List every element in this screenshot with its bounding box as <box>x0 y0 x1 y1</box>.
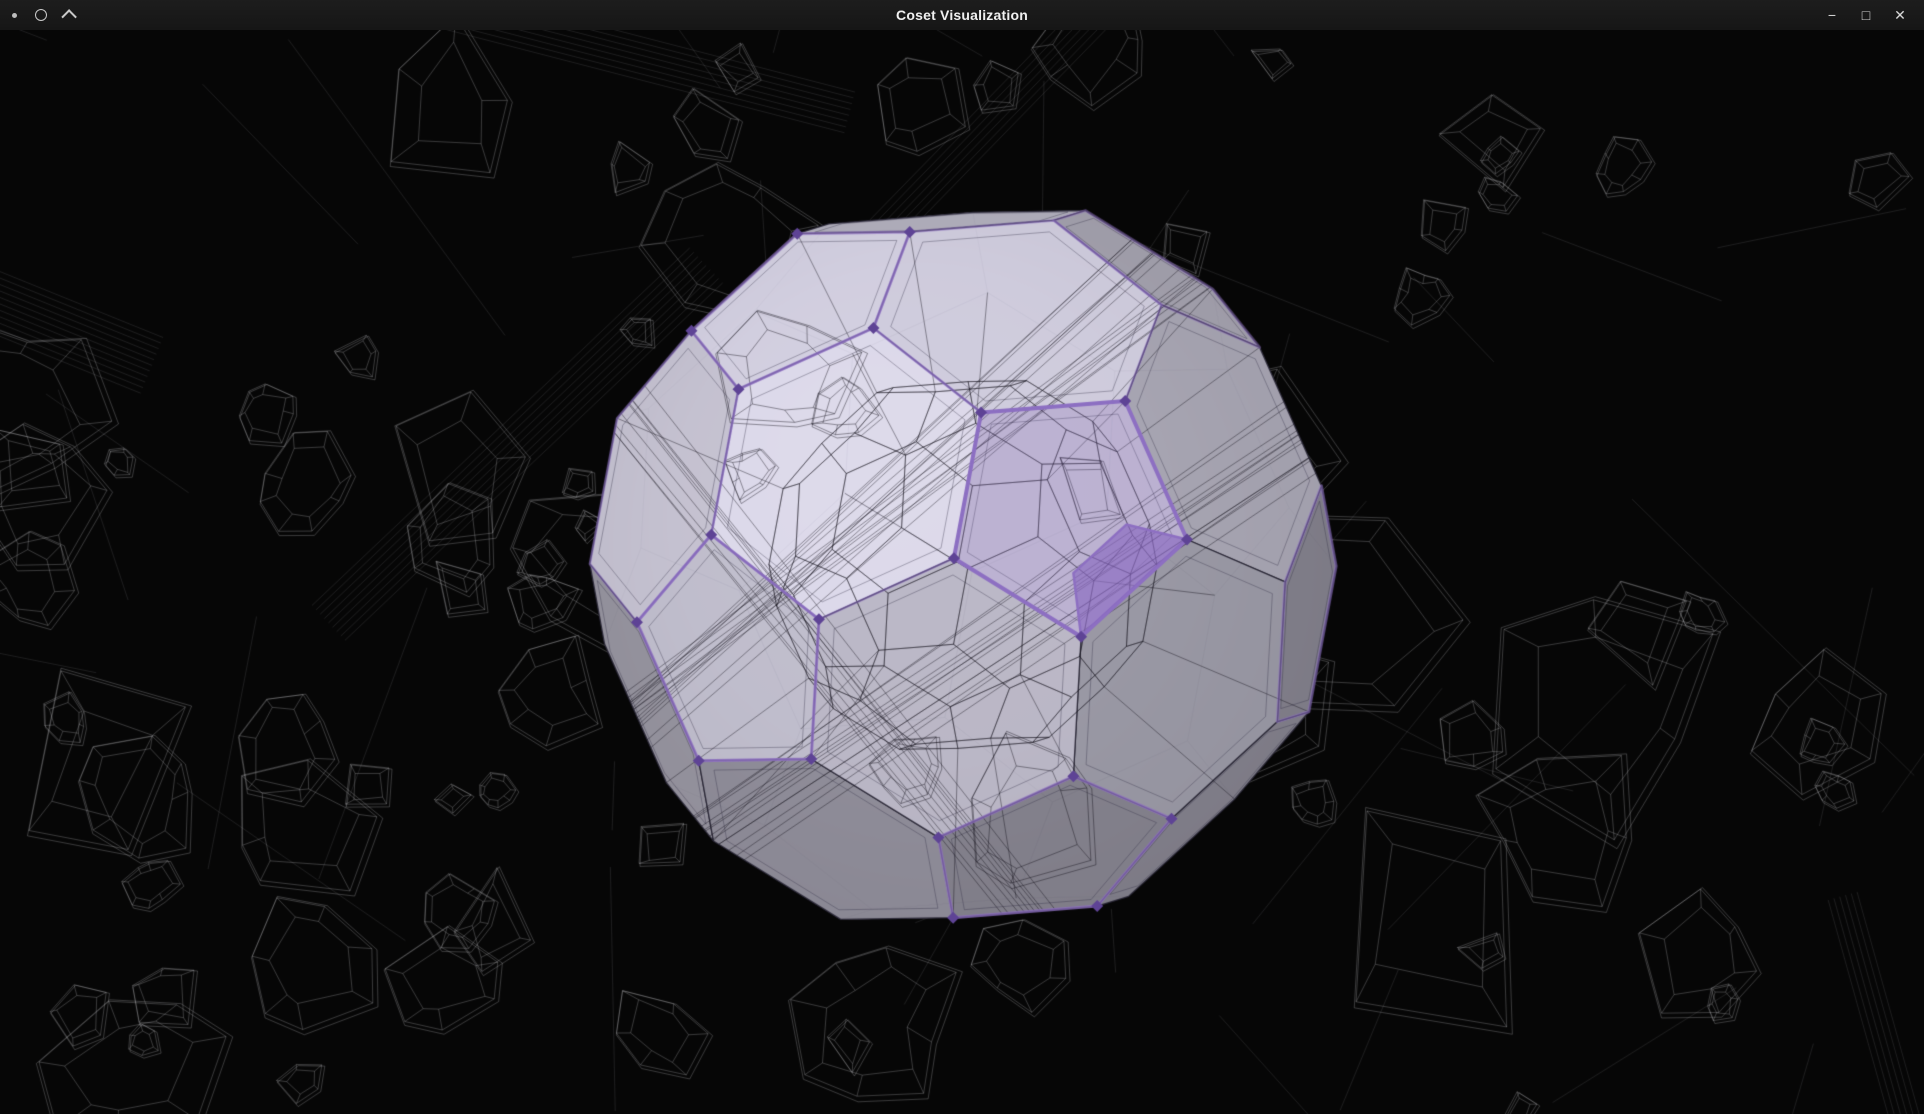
titlebar-left-icons <box>0 9 76 21</box>
close-button[interactable]: ✕ <box>1886 3 1914 27</box>
window-controls: − □ ✕ <box>1818 3 1924 27</box>
maximize-button[interactable]: □ <box>1852 3 1880 27</box>
titlebar: Coset Visualization − □ ✕ <box>0 0 1924 30</box>
window-title: Coset Visualization <box>0 7 1924 23</box>
dot-icon[interactable] <box>12 13 17 18</box>
chevron-up-icon[interactable] <box>61 9 77 25</box>
coset-visualization-canvas[interactable] <box>0 30 1924 1114</box>
circle-icon[interactable] <box>35 9 47 21</box>
minimize-button[interactable]: − <box>1818 3 1846 27</box>
